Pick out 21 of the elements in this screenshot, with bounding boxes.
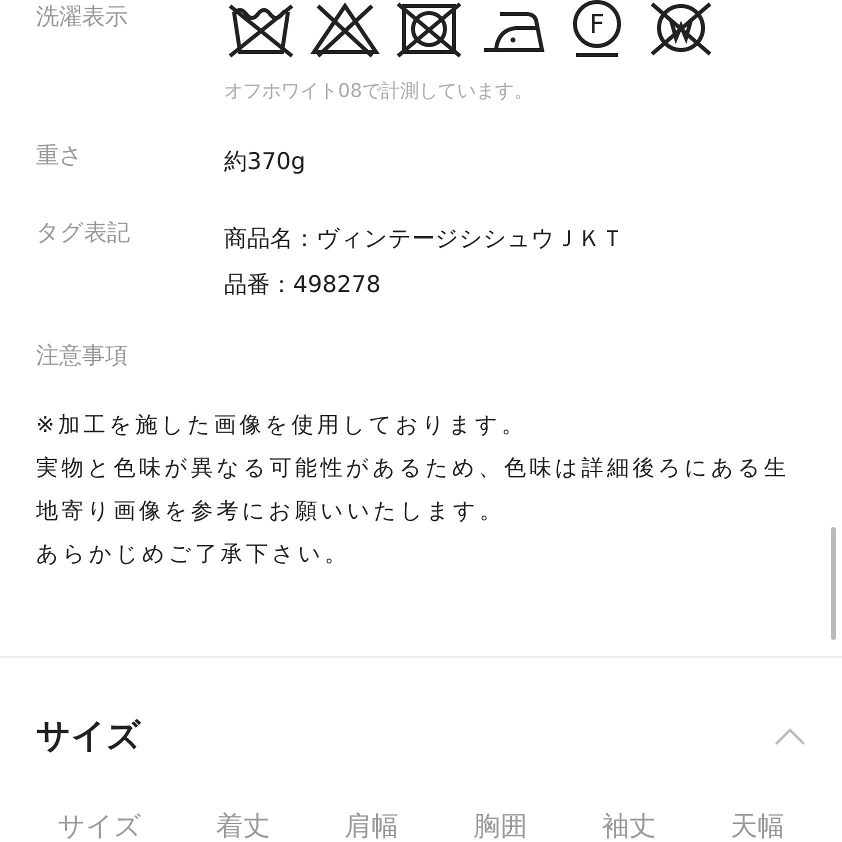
row-label: 洗濯表示 — [36, 3, 129, 32]
column-header: 天幅 — [730, 810, 785, 842]
detail-value: 約370g — [224, 148, 306, 177]
notice-text: 実物と色味が異なる可能性があるため、色味は詳細後ろにある生地寄り画像を参考にお願いいたします。 — [36, 455, 790, 526]
column-header: 着丈 — [216, 810, 270, 842]
column-header: 袖丈 — [602, 810, 656, 842]
column-header: 肩幅 — [344, 810, 399, 842]
column-header: 胸囲 — [473, 810, 528, 842]
row-label: 注意事項 — [36, 342, 129, 371]
bleach-triangle-icon — [308, 0, 382, 58]
scrollbar[interactable] — [831, 527, 836, 640]
chevron-up-icon[interactable] — [774, 726, 806, 746]
column-header: サイズ — [57, 810, 142, 842]
note-text: オフホワイト08で計測しています。 — [224, 79, 534, 104]
row-label: 重さ — [36, 142, 84, 171]
detail-value: 品番：498278 — [224, 271, 382, 300]
row-label: タグ表記 — [36, 219, 131, 248]
detail-value: 商品名：ヴィンテージシシュウＪＫＴ — [224, 225, 624, 254]
notice-text: ※加工を施した画像を使用しております。 — [36, 412, 528, 440]
notice-text: あらかじめご了承下さい。 — [36, 541, 351, 569]
section-title: サイズ — [36, 716, 141, 757]
